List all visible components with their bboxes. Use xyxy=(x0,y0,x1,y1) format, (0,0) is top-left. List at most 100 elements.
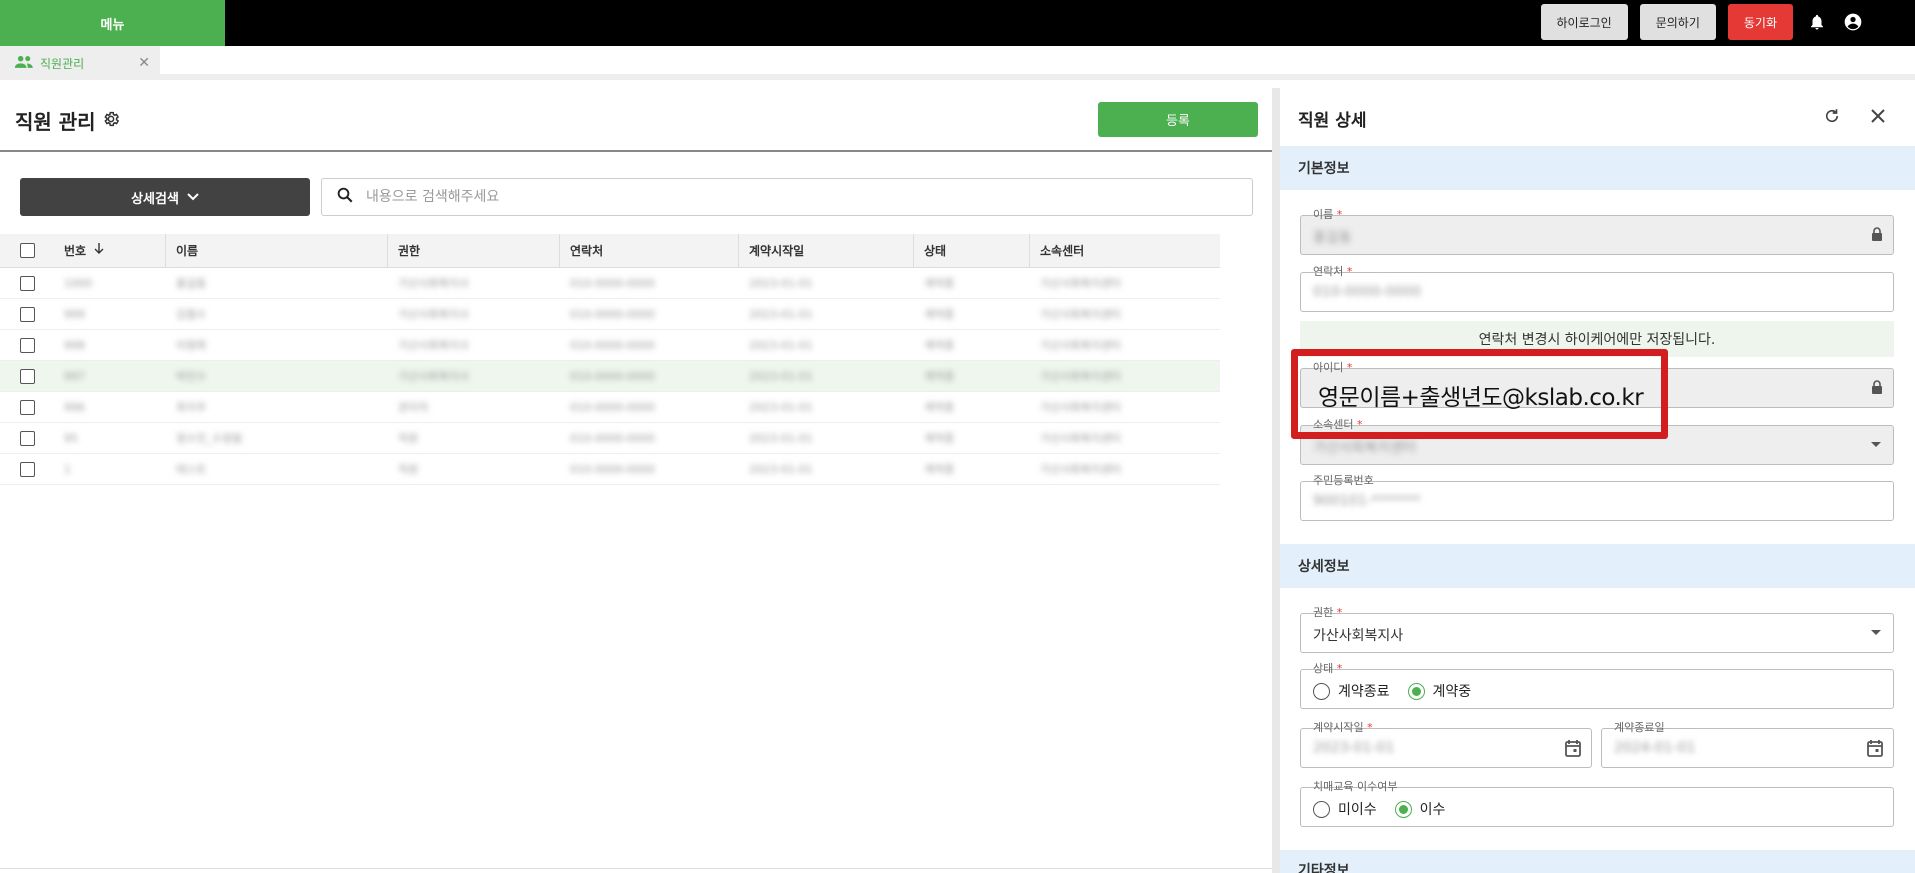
cell-start-date: 2023-01-01 xyxy=(749,307,813,321)
dementia-edu-field: 치매교육 이수여부 미이수 이수 xyxy=(1300,780,1894,827)
end-date-field[interactable]: 계약종료일 2024-01-01 xyxy=(1601,721,1894,768)
role-select[interactable]: 권한 * 가산사회복지사 xyxy=(1300,606,1894,653)
register-button[interactable]: 등록 xyxy=(1098,102,1258,137)
dementia-edu-label: 치매교육 이수여부 xyxy=(1310,780,1401,794)
status-option-active[interactable]: 계약중 xyxy=(1407,681,1471,701)
row-checkbox[interactable] xyxy=(19,461,35,477)
cell-name: 최지우 xyxy=(176,401,207,414)
table-row[interactable]: 95 정수진_수정됨 직원 010-0000-0000 2023-01-01 계약중 가산사… xyxy=(0,423,1220,454)
name-label: 이름 * xyxy=(1310,208,1346,222)
row-checkbox-cell xyxy=(0,423,54,453)
status-field: 상태 * 계약종료 계약중 xyxy=(1300,662,1894,709)
row-checkbox[interactable] xyxy=(19,399,35,415)
header-phone[interactable]: 연락처 xyxy=(560,234,739,267)
cell-center: 가산사회복지센터 xyxy=(1040,463,1121,476)
cell-number: 1000 xyxy=(64,276,92,290)
calendar-icon[interactable] xyxy=(1565,739,1581,761)
role-value: 가산사회복지사 xyxy=(1313,628,1404,644)
header-number[interactable]: 번호 xyxy=(54,234,166,267)
radio-checked[interactable] xyxy=(1394,800,1412,818)
lock-icon xyxy=(1871,380,1883,398)
cell-phone: 010-0000-0000 xyxy=(570,276,655,290)
table-row[interactable]: 998 이영희 가산사회복지사 010-0000-0000 2023-01-01 계약중 가… xyxy=(0,330,1220,361)
radio-unchecked[interactable] xyxy=(1313,682,1330,700)
radio-unchecked[interactable] xyxy=(1313,800,1330,818)
chevron-down-icon xyxy=(187,190,199,205)
detail-info-section: 상세정보 xyxy=(1280,544,1915,588)
top-bar: 메뉴 하이로그인 문의하기 동기화 xyxy=(0,0,1915,46)
other-info-section: 기타정보 xyxy=(1280,850,1915,873)
annotation-id-example: 영문이름+출생년도@kslab.co.kr xyxy=(1318,385,1644,411)
cell-start-date: 2023-01-01 xyxy=(749,276,813,290)
tab-label: 직원관리 xyxy=(40,56,85,71)
header-start-date[interactable]: 계약시작일 xyxy=(739,234,914,267)
advanced-search-label: 상세검색 xyxy=(131,191,179,207)
row-checkbox[interactable] xyxy=(19,368,35,384)
header-status[interactable]: 상태 xyxy=(914,234,1030,267)
cell-phone: 010-0000-0000 xyxy=(570,369,655,383)
panel-divider[interactable] xyxy=(1272,88,1280,873)
cell-center: 가산사회복지센터 xyxy=(1040,308,1121,321)
cell-number: 1 xyxy=(64,462,71,476)
table-row[interactable]: 996 최지우 관리자 010-0000-0000 2023-01-01 계약중 가산사회복… xyxy=(0,392,1220,423)
cell-phone: 010-0000-0000 xyxy=(570,400,655,414)
edu-option-complete[interactable]: 이수 xyxy=(1394,799,1445,819)
start-date-field[interactable]: 계약시작일 * 2023-01-01 xyxy=(1300,721,1592,768)
rrn-field[interactable]: 주민등록번호 900101-******* xyxy=(1300,474,1894,521)
arrow-down-icon[interactable] xyxy=(94,243,104,258)
table-row[interactable]: 999 김철수 가산사회복지사 010-0000-0000 2023-01-01 계약중 가… xyxy=(0,299,1220,330)
row-checkbox[interactable] xyxy=(19,430,35,446)
header-role[interactable]: 권한 xyxy=(388,234,560,267)
staff-list-panel: 직원 관리 등록 상세검색 번호 이름 권한 연 xyxy=(0,88,1272,873)
cell-number: 996 xyxy=(64,400,85,414)
select-all-cell xyxy=(0,234,54,267)
row-checkbox[interactable] xyxy=(19,275,35,291)
edu-option-incomplete[interactable]: 미이수 xyxy=(1313,799,1377,819)
row-checkbox[interactable] xyxy=(19,337,35,353)
people-icon xyxy=(14,55,34,72)
header-name[interactable]: 이름 xyxy=(166,234,388,267)
rrn-label: 주민등록번호 xyxy=(1310,474,1377,488)
phone-value: 010-0000-0000 xyxy=(1313,284,1422,300)
select-all-checkbox[interactable] xyxy=(19,243,35,258)
header-center[interactable]: 소속센터 xyxy=(1030,234,1220,267)
search-input[interactable] xyxy=(366,189,1252,205)
close-icon[interactable] xyxy=(1864,102,1892,130)
table-row[interactable]: 1 테스트 직원 010-0000-0000 2023-01-01 계약중 가산사회복지센터 xyxy=(0,454,1220,485)
bell-icon[interactable] xyxy=(1805,10,1829,34)
status-radio-group: 계약종료 계약중 xyxy=(1313,681,1479,701)
basic-info-section: 기본정보 xyxy=(1280,146,1915,190)
status-option-ended[interactable]: 계약종료 xyxy=(1313,681,1390,701)
sync-button[interactable]: 동기화 xyxy=(1727,4,1793,40)
table-row[interactable]: 1000 홍길동 가산사회복지사 010-0000-0000 2023-01-01 계약중… xyxy=(0,268,1220,299)
account-circle-icon[interactable] xyxy=(1841,10,1865,34)
cell-number: 999 xyxy=(64,307,85,321)
cell-status: 계약중 xyxy=(924,463,955,476)
cell-status: 계약중 xyxy=(924,401,955,414)
table-header: 번호 이름 권한 연락처 계약시작일 상태 소속센터 xyxy=(0,234,1220,268)
row-checkbox-cell xyxy=(0,268,54,298)
refresh-icon[interactable] xyxy=(1818,102,1846,130)
cell-start-date: 2023-01-01 xyxy=(749,400,813,414)
hi-login-button[interactable]: 하이로그인 xyxy=(1540,4,1628,40)
advanced-search-button[interactable]: 상세검색 xyxy=(20,178,310,216)
gear-icon[interactable] xyxy=(102,109,120,133)
cell-center: 가산사회복지센터 xyxy=(1040,339,1121,352)
radio-checked[interactable] xyxy=(1407,682,1425,700)
cell-name: 정수진_수정됨 xyxy=(176,432,243,445)
cell-number: 95 xyxy=(64,431,78,445)
lock-icon xyxy=(1871,227,1883,245)
cell-status: 계약중 xyxy=(924,432,955,445)
row-checkbox[interactable] xyxy=(19,306,35,322)
tab-staff-management[interactable]: 직원관리 ✕ xyxy=(0,46,160,80)
table-row[interactable]: 997 박민수 가산사회복지사 010-0000-0000 2023-01-01 계약중 가… xyxy=(0,361,1220,392)
role-label: 권한 * xyxy=(1310,606,1346,620)
calendar-icon[interactable] xyxy=(1867,739,1883,761)
phone-field[interactable]: 연락처 * 010-0000-0000 xyxy=(1300,265,1894,312)
menu-button[interactable]: 메뉴 xyxy=(0,0,225,46)
tab-bar: 직원관리 ✕ xyxy=(0,46,1915,80)
row-checkbox-cell xyxy=(0,392,54,422)
cell-status: 계약중 xyxy=(924,339,955,352)
inquiry-button[interactable]: 문의하기 xyxy=(1639,4,1716,40)
tab-close-icon[interactable]: ✕ xyxy=(138,55,150,71)
